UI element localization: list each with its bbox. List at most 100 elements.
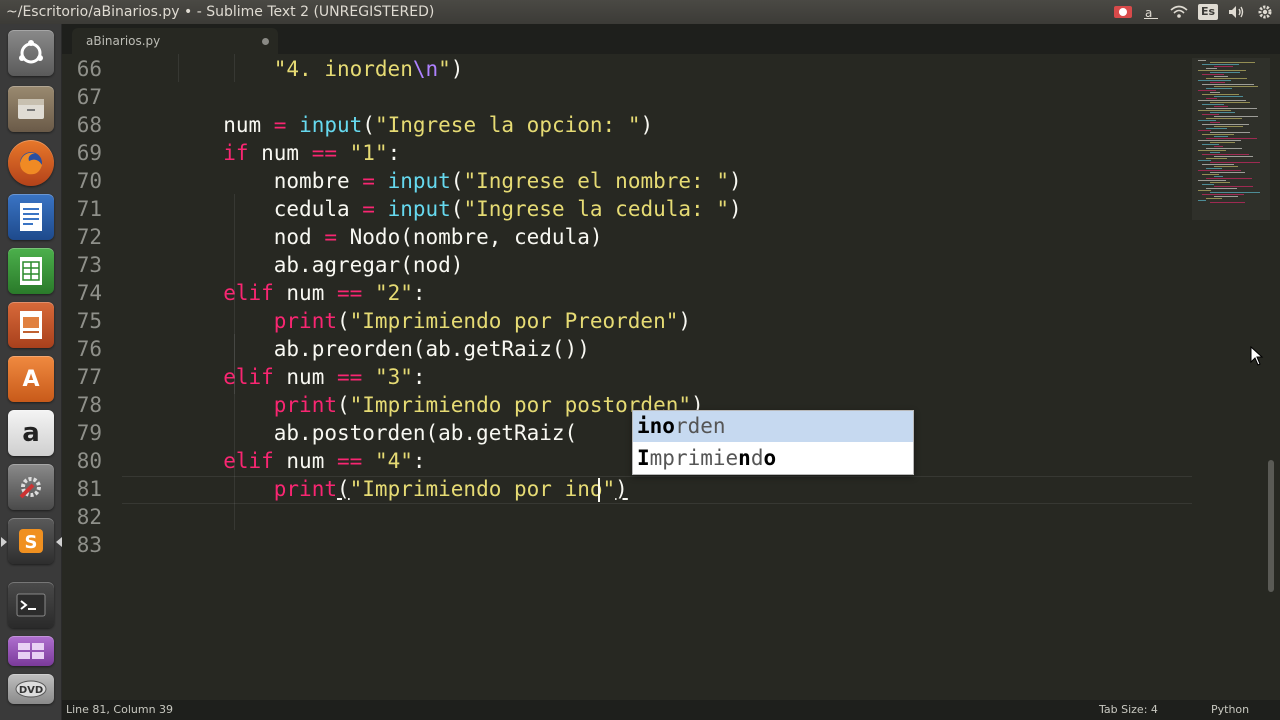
tab-label: aBinarios.py bbox=[86, 34, 161, 48]
code-token: elif bbox=[223, 449, 274, 473]
code-token: ( bbox=[362, 113, 375, 137]
tab-bar: aBinarios.py bbox=[62, 24, 1280, 54]
code-token: = bbox=[324, 225, 337, 249]
line-number: 72 bbox=[76, 225, 102, 249]
code-token: "Imprimiendo por Preorden" bbox=[349, 309, 679, 333]
sublime-text-icon[interactable]: S bbox=[8, 518, 54, 564]
code-token: input bbox=[387, 197, 451, 221]
status-bar: Line 81, Column 39 Tab Size: 4 Python bbox=[62, 700, 1280, 720]
code-token: "2" bbox=[374, 281, 413, 305]
code-token: "Ingrese el nombre: " bbox=[463, 169, 729, 193]
code-token: ( bbox=[336, 393, 350, 417]
settings-gear-icon[interactable] bbox=[1256, 3, 1274, 21]
code-token: = bbox=[362, 197, 375, 221]
code-token: : bbox=[412, 365, 426, 389]
code-token: "Imprimiendo por ino" bbox=[349, 477, 616, 501]
file-manager-icon[interactable] bbox=[8, 86, 54, 132]
code-token: "Ingrese la opcion: " bbox=[374, 113, 641, 137]
code-token: ab.preorden(ab.getRaiz()) bbox=[223, 337, 590, 361]
line-number: 78 bbox=[76, 393, 102, 417]
terminal-icon[interactable] bbox=[8, 582, 54, 628]
dvd-icon[interactable]: DVD bbox=[8, 674, 54, 704]
code-token: == bbox=[336, 365, 363, 389]
line-number: 76 bbox=[76, 337, 102, 361]
svg-text:S: S bbox=[25, 532, 38, 553]
code-line: if num == "1": bbox=[223, 139, 400, 167]
code-line: elif num == "4": bbox=[223, 447, 425, 475]
code-token: : bbox=[387, 141, 401, 165]
libreoffice-impress-icon[interactable] bbox=[8, 302, 54, 348]
code-token: nod bbox=[223, 225, 325, 249]
line-number: 70 bbox=[76, 169, 102, 193]
code-token: elif bbox=[223, 365, 274, 389]
code-editor[interactable]: 66 67 68 69 70 71 72 73 74 75 76 77 78 79 80 81 82 83 "4.… bbox=[62, 54, 1280, 700]
wifi-icon[interactable] bbox=[1170, 3, 1188, 21]
workspace-switcher-icon[interactable] bbox=[8, 636, 54, 666]
code-token: print bbox=[273, 393, 337, 417]
code-line: ab.preorden(ab.getRaiz()) bbox=[223, 335, 590, 363]
code-line: "4. inorden\n") bbox=[223, 55, 464, 83]
record-icon[interactable] bbox=[1113, 3, 1132, 21]
line-number: 73 bbox=[76, 253, 102, 277]
unsaved-dot-icon[interactable] bbox=[262, 38, 269, 45]
line-number: 80 bbox=[76, 449, 102, 473]
firefox-icon[interactable] bbox=[8, 140, 54, 186]
svg-text:DVD: DVD bbox=[19, 685, 43, 696]
code-token: ( bbox=[336, 309, 350, 333]
system-tray: a Es bbox=[1113, 0, 1274, 24]
code-token: input bbox=[299, 113, 363, 137]
code-token: num bbox=[273, 281, 337, 305]
tab-size-setting[interactable]: Tab Size: 4 bbox=[1099, 700, 1158, 720]
line-number: 77 bbox=[76, 365, 102, 389]
code-token: print bbox=[273, 309, 337, 333]
system-settings-icon[interactable] bbox=[8, 464, 54, 510]
cursor-position: Line 81, Column 39 bbox=[66, 703, 174, 716]
code-token: "3" bbox=[374, 365, 413, 389]
code-token: num bbox=[248, 141, 312, 165]
volume-icon[interactable] bbox=[1228, 3, 1246, 21]
code-line: elif num == "3": bbox=[223, 363, 425, 391]
code-token: = bbox=[273, 113, 287, 137]
text-input-icon[interactable]: a bbox=[1142, 3, 1160, 21]
code-token: : bbox=[412, 449, 426, 473]
line-number: 71 bbox=[76, 197, 102, 221]
code-token: num bbox=[273, 365, 337, 389]
line-number: 79 bbox=[76, 421, 102, 445]
launcher: A a S DVD bbox=[0, 24, 62, 720]
software-center-icon[interactable]: A bbox=[8, 356, 54, 402]
code-token: print bbox=[273, 477, 337, 501]
libreoffice-calc-icon[interactable] bbox=[8, 248, 54, 294]
code-line: ab.postorden(ab.getRaiz( bbox=[223, 419, 577, 447]
code-token: cedula bbox=[223, 197, 363, 221]
code-token: num bbox=[223, 113, 274, 137]
autocomplete-popup: inorden Imprimiendo bbox=[632, 410, 914, 475]
keyboard-layout-indicator[interactable]: Es bbox=[1197, 4, 1218, 20]
amazon-icon[interactable]: a bbox=[8, 410, 54, 456]
code-token: ) bbox=[615, 477, 628, 501]
minimap[interactable] bbox=[1192, 58, 1270, 218]
text-caret bbox=[597, 478, 600, 502]
autocomplete-item-imprimiendo[interactable]: Imprimiendo bbox=[633, 443, 913, 474]
line-number: 68 bbox=[76, 113, 102, 137]
ubuntu-dash-icon[interactable] bbox=[8, 30, 54, 76]
tab-abinarios[interactable]: aBinarios.py bbox=[72, 28, 278, 54]
code-token: input bbox=[387, 169, 451, 193]
code-token: == bbox=[336, 281, 363, 305]
libreoffice-writer-icon[interactable] bbox=[8, 194, 54, 240]
autocomplete-item-inorden[interactable]: inorden bbox=[633, 411, 913, 442]
code-line: ab.agregar(nod) bbox=[223, 251, 464, 279]
code-token: == bbox=[336, 449, 363, 473]
code-token: \n bbox=[412, 57, 439, 81]
code-token: ) bbox=[728, 169, 742, 193]
code-token: " bbox=[438, 57, 451, 81]
vertical-scrollbar[interactable] bbox=[1268, 460, 1274, 592]
line-number: 69 bbox=[76, 141, 102, 165]
syntax-selector[interactable]: Python bbox=[1211, 700, 1249, 720]
